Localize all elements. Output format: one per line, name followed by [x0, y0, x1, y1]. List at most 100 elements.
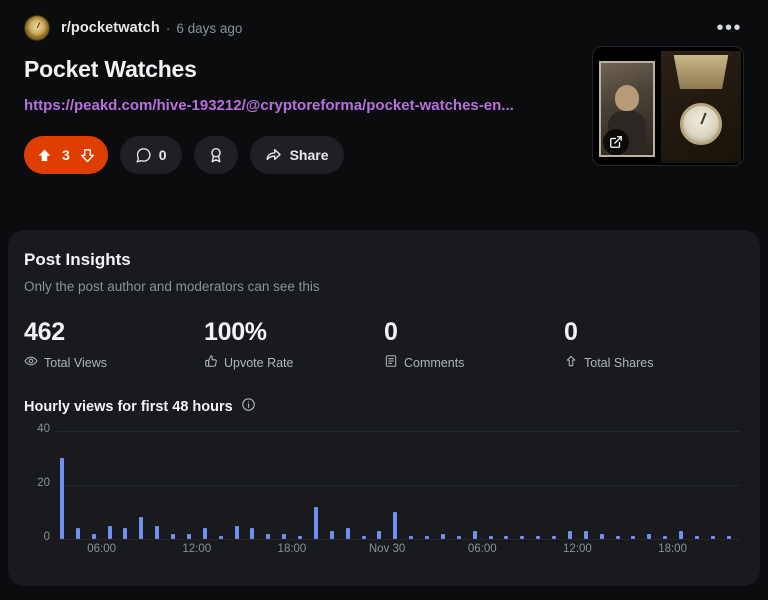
downvote-arrow-icon[interactable] — [79, 147, 96, 164]
chart-bar[interactable] — [647, 533, 652, 539]
chart-bar-slot[interactable] — [233, 431, 241, 539]
chart-bar-slot[interactable] — [447, 431, 455, 539]
chart-bar[interactable] — [425, 536, 430, 539]
chart-bar[interactable] — [218, 536, 223, 539]
chart-bar[interactable] — [726, 536, 731, 539]
chart-bar-slot[interactable] — [510, 431, 518, 539]
chart-bar-slot[interactable] — [566, 431, 574, 539]
chart-bar-slot[interactable] — [598, 431, 606, 539]
chart-bar[interactable] — [440, 533, 445, 539]
chart-bar-slot[interactable] — [725, 431, 733, 539]
chart-bar-slot[interactable] — [693, 431, 701, 539]
chart-bar-slot[interactable] — [431, 431, 439, 539]
chart-bar-slot[interactable] — [312, 431, 320, 539]
overflow-menu-icon[interactable]: ••• — [714, 17, 744, 39]
chart-bar[interactable] — [75, 528, 80, 539]
chart-bar-slot[interactable] — [463, 431, 471, 539]
chart-bar[interactable] — [59, 458, 64, 539]
chart-bar-slot[interactable] — [534, 431, 542, 539]
chart-bar-slot[interactable] — [177, 431, 185, 539]
chart-bar-slot[interactable] — [82, 431, 90, 539]
chart-bar-slot[interactable] — [217, 431, 225, 539]
chart-bar[interactable] — [663, 536, 668, 539]
chart-bar-slot[interactable] — [296, 431, 304, 539]
chart-bar-slot[interactable] — [471, 431, 479, 539]
chart-bar-slot[interactable] — [129, 431, 137, 539]
subreddit-name[interactable]: r/pocketwatch — [61, 20, 160, 36]
chart-bar-slot[interactable] — [249, 431, 257, 539]
chart-bar-slot[interactable] — [336, 431, 344, 539]
chart-bar-slot[interactable] — [526, 431, 534, 539]
chart-bar-slot[interactable] — [717, 431, 725, 539]
chart-bar[interactable] — [631, 536, 636, 539]
chart-bar-slot[interactable] — [709, 431, 717, 539]
chart-bar-slot[interactable] — [503, 431, 511, 539]
upvote-arrow-icon[interactable] — [36, 147, 53, 164]
award-button[interactable] — [193, 136, 238, 174]
chart-bar-slot[interactable] — [320, 431, 328, 539]
chart-bar[interactable] — [567, 530, 572, 539]
chart-bar-slot[interactable] — [487, 431, 495, 539]
chart-bar-slot[interactable] — [630, 431, 638, 539]
chart-bar[interactable] — [615, 536, 620, 539]
chart-bar[interactable] — [345, 528, 350, 539]
chart-bar-slot[interactable] — [256, 431, 264, 539]
chart-bar-slot[interactable] — [241, 431, 249, 539]
comment-button[interactable]: 0 — [119, 136, 182, 174]
chart-bar[interactable] — [123, 528, 128, 539]
chart-bar-slot[interactable] — [114, 431, 122, 539]
chart-bar-slot[interactable] — [304, 431, 312, 539]
chart-bar-slot[interactable] — [145, 431, 153, 539]
chart-bar-slot[interactable] — [733, 431, 741, 539]
chart-bar[interactable] — [536, 536, 541, 539]
chart-bar[interactable] — [472, 530, 477, 539]
chart-bar-slot[interactable] — [106, 431, 114, 539]
chart-bar[interactable] — [186, 533, 191, 539]
chart-bar[interactable] — [552, 536, 557, 539]
chart-bar-slot[interactable] — [550, 431, 558, 539]
chart-bar-slot[interactable] — [479, 431, 487, 539]
pocketwatch-avatar[interactable] — [24, 15, 50, 41]
chart-bar-slot[interactable] — [606, 431, 614, 539]
chart-bar-slot[interactable] — [58, 431, 66, 539]
chart-bar[interactable] — [139, 517, 144, 539]
chart-bar-slot[interactable] — [137, 431, 145, 539]
chart-bar[interactable] — [456, 536, 461, 539]
chart-bar-slot[interactable] — [669, 431, 677, 539]
chart-bar-slot[interactable] — [391, 431, 399, 539]
chart-bar[interactable] — [329, 530, 334, 539]
info-circle-icon[interactable] — [241, 397, 256, 417]
chart-bar-slot[interactable] — [661, 431, 669, 539]
chart-bar-slot[interactable] — [653, 431, 661, 539]
chart-bar-slot[interactable] — [209, 431, 217, 539]
chart-bar-slot[interactable] — [622, 431, 630, 539]
chart-bar[interactable] — [266, 533, 271, 539]
chart-bar-slot[interactable] — [360, 431, 368, 539]
chart-bar[interactable] — [488, 536, 493, 539]
chart-bar-slot[interactable] — [701, 431, 709, 539]
chart-bar-slot[interactable] — [169, 431, 177, 539]
chart-bar-slot[interactable] — [376, 431, 384, 539]
chart-bar-slot[interactable] — [590, 431, 598, 539]
chart-bar-slot[interactable] — [685, 431, 693, 539]
share-button[interactable]: Share — [249, 136, 344, 174]
chart-bar-slot[interactable] — [352, 431, 360, 539]
chart-bar-slot[interactable] — [98, 431, 106, 539]
chart-bar-slot[interactable] — [407, 431, 415, 539]
chart-bar[interactable] — [710, 536, 715, 539]
chart-bar-slot[interactable] — [193, 431, 201, 539]
chart-bar-slot[interactable] — [677, 431, 685, 539]
chart-bar[interactable] — [107, 525, 112, 539]
chart-bar-slot[interactable] — [518, 431, 526, 539]
chart-bar-slot[interactable] — [455, 431, 463, 539]
chart-bar[interactable] — [679, 530, 684, 539]
chart-bar-slot[interactable] — [153, 431, 161, 539]
chart-bar[interactable] — [599, 533, 604, 539]
chart-bar[interactable] — [520, 536, 525, 539]
chart-bar-slot[interactable] — [122, 431, 130, 539]
chart-bar[interactable] — [409, 536, 414, 539]
chart-bar-slot[interactable] — [264, 431, 272, 539]
chart-bar[interactable] — [361, 536, 366, 539]
chart-bar-slot[interactable] — [90, 431, 98, 539]
post-thumbnail[interactable] — [592, 46, 744, 166]
